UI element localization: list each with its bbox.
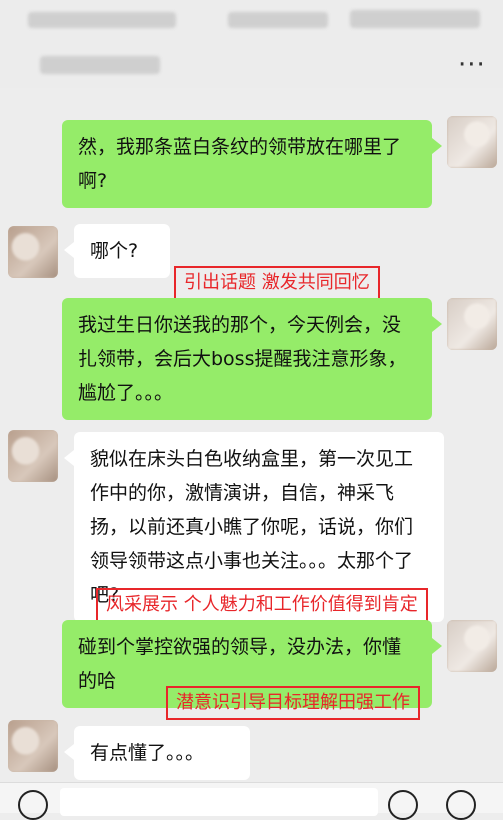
avatar-self[interactable] bbox=[447, 620, 497, 672]
annotation-box: 引出话题 激发共同回忆 bbox=[174, 266, 380, 300]
voice-icon[interactable] bbox=[18, 790, 48, 820]
annotation-box: 潜意识引导目标理解田强工作 bbox=[166, 686, 420, 720]
message-bubble-received: 有点懂了。。。 bbox=[64, 726, 250, 780]
message-bubble-sent: 我过生日你送我的那个，今天例会，没扎领带，会后大boss提醒我注意形象，尴尬了。… bbox=[62, 298, 442, 420]
more-icon[interactable]: ··· bbox=[458, 52, 486, 78]
add-icon[interactable] bbox=[446, 790, 476, 820]
avatar-self[interactable] bbox=[447, 298, 497, 350]
avatar-contact[interactable] bbox=[8, 720, 58, 772]
message-bubble-received: 哪个? bbox=[64, 224, 170, 278]
avatar-contact[interactable] bbox=[8, 430, 58, 482]
blurred-title bbox=[28, 12, 176, 28]
avatar-contact[interactable] bbox=[8, 226, 58, 278]
annotation-box: 风采展示 个人魅力和工作价值得到肯定 bbox=[96, 588, 428, 622]
message-bubble-sent: 然，我那条蓝白条纹的领带放在哪里了啊? bbox=[62, 120, 442, 208]
emoji-icon[interactable] bbox=[388, 790, 418, 820]
avatar-self[interactable] bbox=[447, 116, 497, 168]
chat-header: ··· bbox=[0, 0, 503, 88]
blurred-title bbox=[228, 12, 328, 28]
blurred-title bbox=[350, 10, 480, 28]
blurred-name bbox=[40, 56, 160, 74]
